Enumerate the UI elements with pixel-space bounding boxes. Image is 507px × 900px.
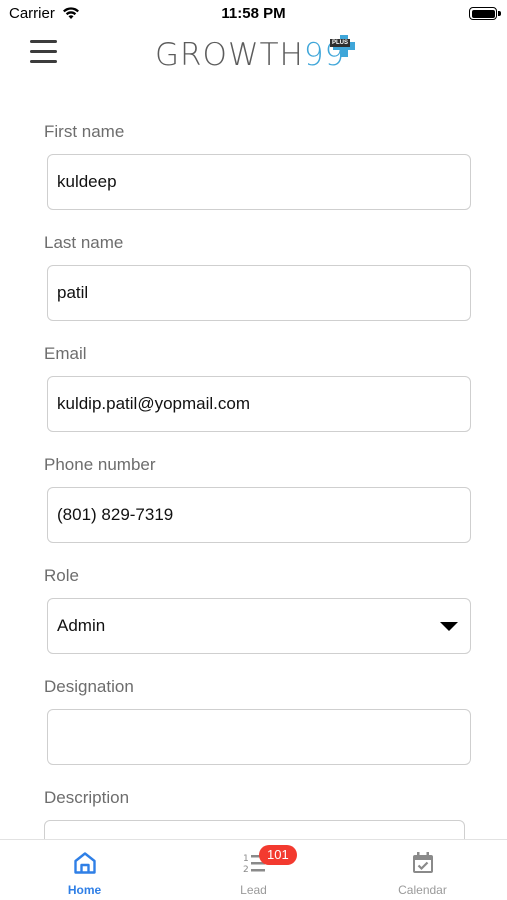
growth99-logo: GROWTH99 PLUS [155,35,355,77]
status-bar: Carrier 11:58 PM [0,0,507,28]
battery-icon [469,7,501,20]
role-value: Admin [57,616,106,635]
tab-lead[interactable]: 1 2 101 Lead [169,840,338,900]
role-label: Role [44,566,79,585]
phone-field: Phone number (801) 829-7319 [44,455,471,543]
lead-count-badge: 101 [259,845,297,865]
phone-input[interactable]: (801) 829-7319 [47,487,471,543]
phone-label: Phone number [44,455,156,474]
svg-text:2: 2 [243,865,249,875]
designation-field: Designation [44,677,471,765]
menu-icon [30,40,57,43]
tab-bar: Home 1 2 101 Lead Calendar [0,839,507,900]
description-field: Description [44,788,471,839]
email-label: Email [44,344,87,363]
designation-input[interactable] [47,709,471,765]
tab-home-label: Home [67,883,102,897]
first-name-input[interactable]: kuldeep [47,154,471,210]
tab-calendar[interactable]: Calendar [338,840,507,900]
tab-calendar-label: Calendar [398,883,447,897]
email-input[interactable]: kuldip.patil@yopmail.com [47,376,471,432]
last-name-input[interactable]: patil [47,265,471,321]
tab-home[interactable]: Home [0,840,169,900]
home-icon [74,852,96,874]
tab-lead-label: Lead [240,883,267,897]
first-name-field: First name kuldeep [44,122,471,210]
role-field: Role Admin [44,566,471,654]
profile-form: First name kuldeep Last name patil Email… [0,84,507,839]
role-select[interactable]: Admin [47,598,471,654]
first-name-label: First name [44,122,125,141]
app-header: GROWTH99 PLUS [0,28,507,84]
menu-button[interactable] [30,40,60,66]
description-label: Description [44,788,130,807]
email-field: Email kuldip.patil@yopmail.com [44,344,471,432]
chevron-down-icon [440,621,458,631]
svg-text:1: 1 [243,854,249,864]
clock: 11:58 PM [221,5,286,22]
last-name-field: Last name patil [44,233,471,321]
calendar-icon [413,852,433,873]
last-name-label: Last name [44,233,124,252]
description-input[interactable] [44,820,465,839]
designation-label: Designation [44,677,134,696]
